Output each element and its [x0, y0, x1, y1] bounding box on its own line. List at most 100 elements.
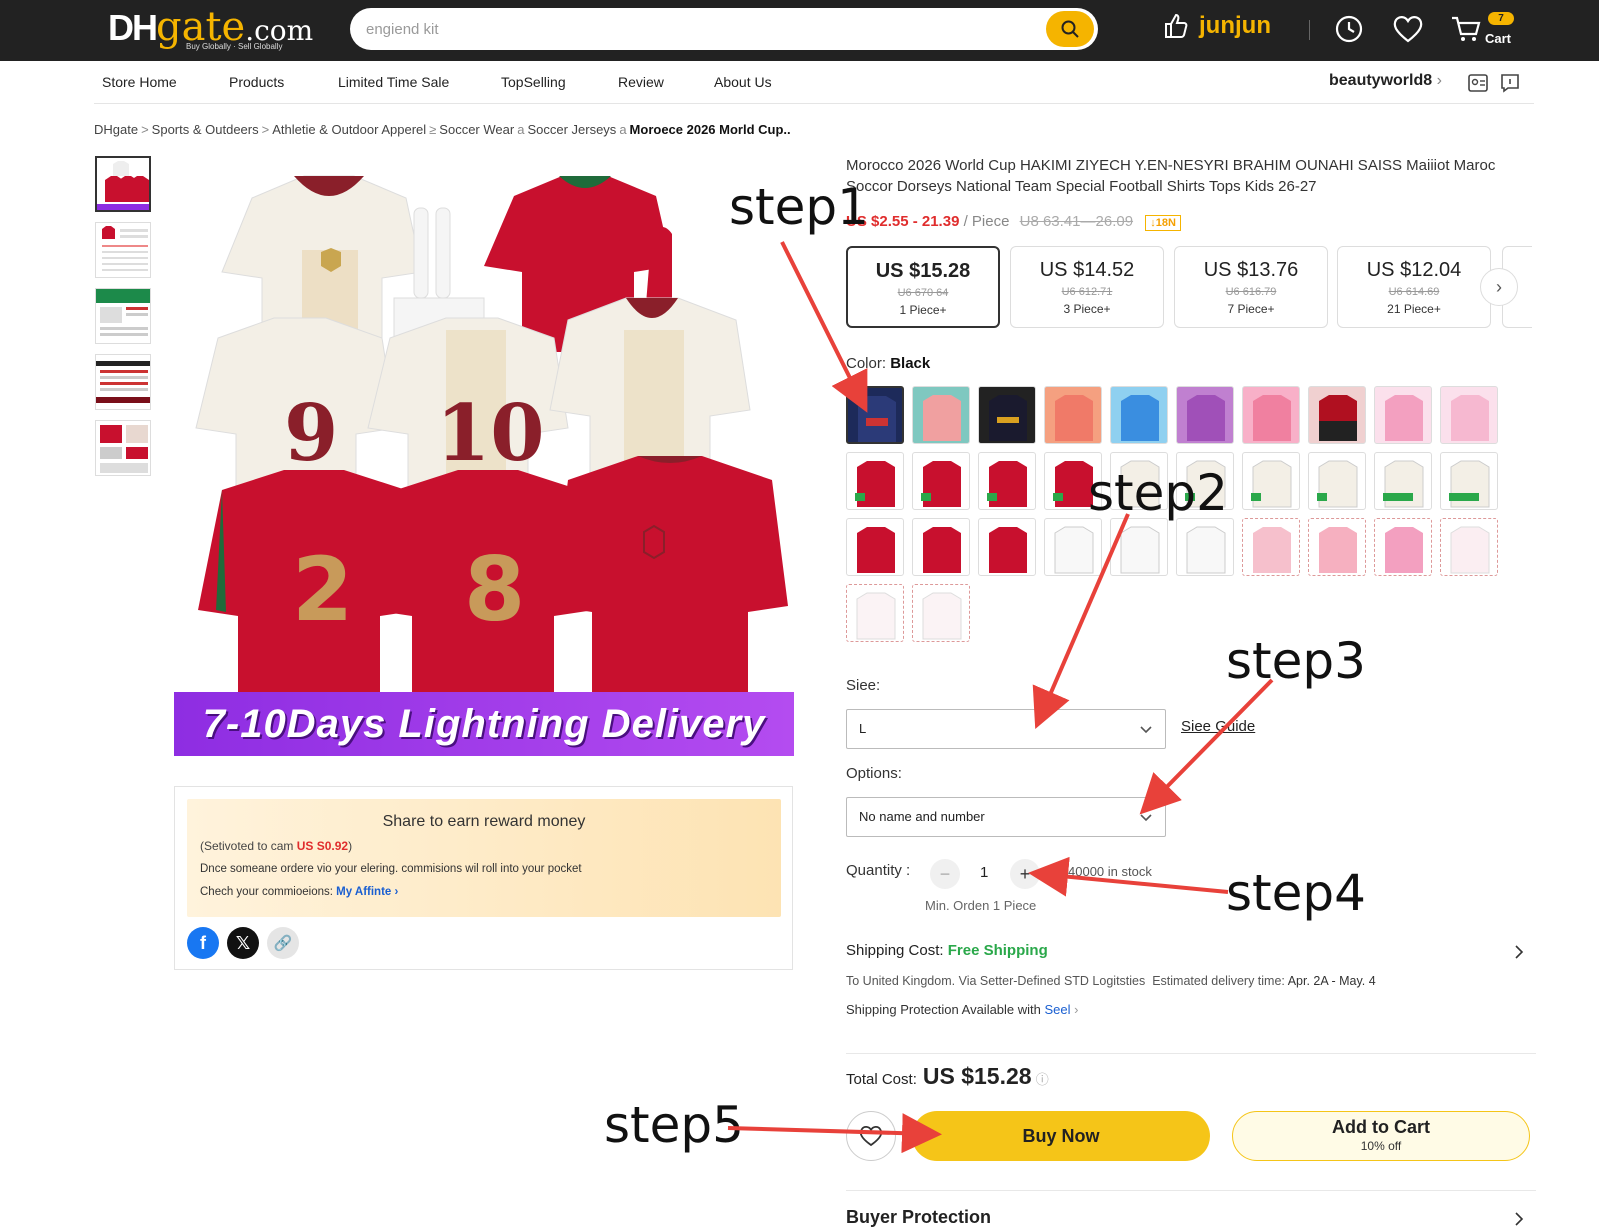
product-thumbnail[interactable] — [95, 420, 151, 476]
color-swatch[interactable] — [912, 452, 970, 510]
product-thumbnail[interactable] — [95, 156, 151, 212]
copy-link-icon[interactable]: 🔗 — [267, 927, 299, 959]
search-button[interactable] — [1046, 11, 1094, 47]
dhgate-logo[interactable]: DHgate.com Buy Globally · Sell Globally — [108, 4, 313, 51]
tier-quantity: 3 Piece+ — [1063, 302, 1111, 316]
color-swatch[interactable] — [1176, 386, 1234, 444]
color-swatch[interactable] — [1440, 386, 1498, 444]
color-swatch[interactable] — [978, 386, 1036, 444]
color-swatch[interactable] — [1374, 518, 1432, 576]
size-select[interactable]: L — [846, 709, 1166, 749]
quantity-decrease-button[interactable]: − — [930, 859, 960, 889]
breadcrumb-item[interactable]: DHgate — [94, 122, 138, 137]
share-estimate-amount: US S0.92 — [296, 839, 349, 853]
heart-icon[interactable] — [1391, 13, 1425, 45]
color-swatch[interactable] — [1242, 386, 1300, 444]
jersey-swatch-image — [1186, 526, 1226, 574]
color-swatch[interactable] — [978, 452, 1036, 510]
wishlist-button[interactable] — [846, 1111, 896, 1161]
price-tier-4[interactable]: US $12.04 U6 614.69 21 Piece+ — [1337, 246, 1491, 328]
breadcrumb-item[interactable]: Soccer Wear — [439, 122, 514, 137]
buy-now-button[interactable]: Buy Now — [912, 1111, 1210, 1161]
cart-icon[interactable] — [1450, 13, 1482, 45]
product-thumbnail[interactable] — [95, 354, 151, 410]
chevron-right-icon[interactable] — [1512, 1211, 1526, 1227]
my-affiliate-link[interactable]: My Affinte › — [336, 886, 398, 898]
shipping-value: Free Shipping — [947, 942, 1048, 959]
color-swatch[interactable] — [1044, 386, 1102, 444]
nav-review[interactable]: Review — [618, 74, 664, 90]
jersey-swatch-image — [855, 461, 895, 507]
color-swatch[interactable] — [1440, 518, 1498, 576]
stock-count: 40000 in stock — [1068, 864, 1152, 879]
svg-text:8: 8 — [464, 538, 525, 641]
chevron-right-icon[interactable] — [1512, 944, 1526, 960]
add-to-cart-button[interactable]: Add to Cart 10% off — [1232, 1111, 1530, 1161]
store-name[interactable]: beautyworld8 › — [1329, 72, 1442, 90]
price-tier-1[interactable]: US $15.28 U6 670 64 1 Piece+ — [846, 246, 1000, 328]
breadcrumb-item[interactable]: Sports & Outdeers — [152, 122, 259, 137]
color-swatch[interactable] — [1110, 518, 1168, 576]
color-swatch[interactable] — [846, 584, 904, 642]
color-swatch[interactable] — [846, 518, 904, 576]
quantity-increase-button[interactable]: + — [1010, 859, 1040, 889]
size-guide-link[interactable]: Siee Guide — [1181, 718, 1255, 735]
history-icon[interactable] — [1333, 13, 1365, 45]
logo-tagline: Buy Globally · Sell Globally — [186, 42, 283, 51]
price-tier-3[interactable]: US $13.76 U6 616.79 7 Piece+ — [1174, 246, 1328, 328]
info-icon[interactable]: ⓘ — [1036, 1072, 1049, 1087]
color-swatch[interactable] — [1044, 518, 1102, 576]
nav-about-us[interactable]: About Us — [714, 74, 772, 90]
share-commission-label: Chech your commioeions: — [200, 886, 333, 898]
color-swatch[interactable] — [1308, 452, 1366, 510]
chevron-right-icon: › — [1074, 1002, 1079, 1017]
color-swatch[interactable] — [846, 452, 904, 510]
color-swatch[interactable] — [1110, 386, 1168, 444]
color-swatch[interactable] — [1242, 518, 1300, 576]
nav-store-home[interactable]: Store Home — [102, 74, 177, 90]
store-nav: Store Home Products Limited Time Sale To… — [94, 62, 1534, 104]
buyer-protection[interactable]: Buyer Protection — [846, 1207, 991, 1228]
color-swatch[interactable] — [1308, 518, 1366, 576]
facebook-icon[interactable]: f — [187, 927, 219, 959]
shipping-destination: To United Kingdom. — [846, 974, 956, 988]
tier-quantity: 21 Piece+ — [1387, 302, 1441, 316]
message-icon[interactable] — [1499, 72, 1521, 94]
nav-topselling[interactable]: TopSelling — [501, 74, 566, 90]
tier-price: US $15.28 — [875, 260, 971, 282]
detail-thumbnail-image — [96, 421, 150, 475]
quantity-value[interactable]: 1 — [980, 864, 988, 881]
seel-link[interactable]: Seel — [1045, 1002, 1071, 1017]
main-product-image[interactable]: 9 10 2 8 — [174, 160, 794, 756]
annotation-step4: step4 — [1226, 864, 1366, 922]
color-swatch[interactable] — [912, 584, 970, 642]
nav-limited-time-sale[interactable]: Limited Time Sale — [338, 74, 449, 90]
color-swatch[interactable] — [1374, 386, 1432, 444]
color-swatch[interactable] — [912, 386, 970, 444]
color-swatch[interactable] — [912, 518, 970, 576]
divider — [846, 1053, 1536, 1054]
product-title: Morocco 2026 World Cup HAKIMI ZIYECH Y.E… — [846, 157, 1496, 195]
shipping-details: To United Kingdom. Via Setter-Defined ST… — [846, 974, 1376, 988]
jersey-swatch-image — [1187, 395, 1225, 441]
color-swatch[interactable] — [1440, 452, 1498, 510]
breadcrumb-item[interactable]: Soccer Jerseys — [527, 122, 616, 137]
price-tier-2[interactable]: US $14.52 U6 612.71 3 Piece+ — [1010, 246, 1164, 328]
cart-label[interactable]: Cart — [1485, 31, 1511, 46]
color-swatch[interactable] — [846, 386, 904, 444]
tier-next-button[interactable]: › — [1480, 268, 1518, 306]
x-twitter-icon[interactable]: 𝕏 — [227, 927, 259, 959]
breadcrumb-item[interactable]: Athletie & Outdoor Apperel — [272, 122, 426, 137]
color-swatch[interactable] — [1176, 518, 1234, 576]
color-swatch[interactable] — [1308, 386, 1366, 444]
store-follow-icon[interactable] — [1467, 72, 1489, 94]
color-swatch[interactable] — [978, 518, 1036, 576]
product-thumbnail[interactable] — [95, 222, 151, 278]
user-account[interactable]: junjun — [1163, 12, 1271, 40]
nav-products[interactable]: Products — [229, 74, 284, 90]
product-thumbnail[interactable] — [95, 288, 151, 344]
color-swatch[interactable] — [1374, 452, 1432, 510]
options-select[interactable]: No name and number — [846, 797, 1166, 837]
color-swatch[interactable] — [1242, 452, 1300, 510]
search-input[interactable] — [366, 18, 1016, 40]
